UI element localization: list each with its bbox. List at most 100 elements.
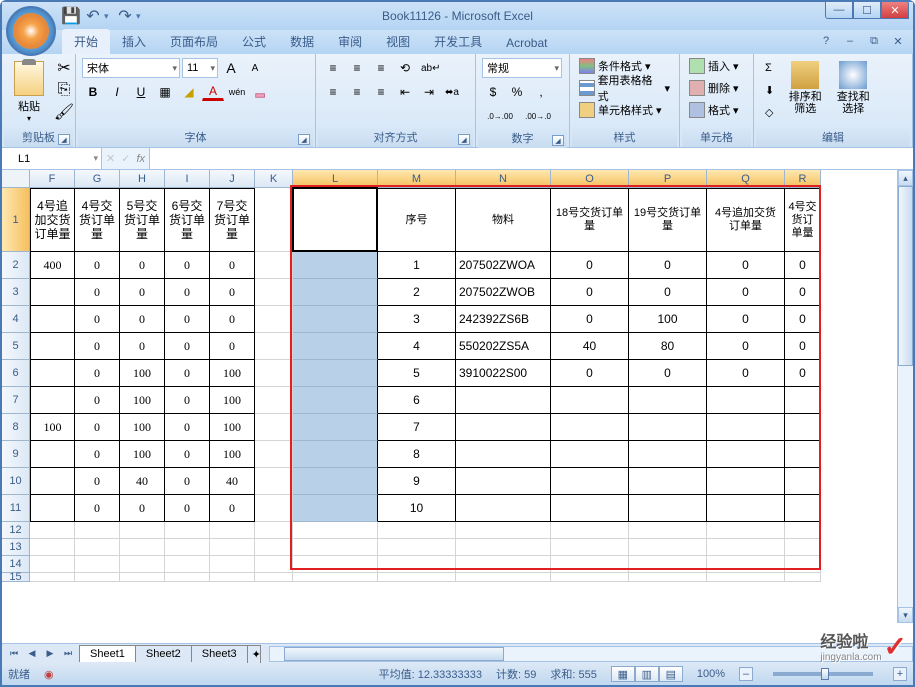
cell[interactable]: 0 — [210, 279, 255, 306]
font-size-combo[interactable]: 11 — [182, 58, 218, 78]
cell[interactable] — [30, 556, 75, 573]
cell[interactable] — [456, 522, 551, 539]
cell[interactable] — [707, 441, 785, 468]
row-header-2[interactable]: 2 — [2, 252, 30, 279]
cell[interactable]: 0 — [785, 360, 821, 387]
decrease-decimal-button[interactable]: .00→.0 — [520, 106, 556, 126]
cell[interactable]: 0 — [165, 333, 210, 360]
fx-button[interactable]: fx — [136, 153, 145, 165]
cell[interactable]: 2 — [378, 279, 456, 306]
clipboard-dialog-launcher[interactable]: ◢ — [58, 134, 70, 145]
align-left-button[interactable]: ≡ — [322, 82, 344, 102]
cell[interactable] — [707, 414, 785, 441]
insert-cells-button[interactable]: 插入▾ — [684, 56, 749, 76]
formula-cancel[interactable]: ✕ — [106, 152, 115, 165]
tab-next[interactable]: ▶ — [42, 646, 58, 662]
scroll-down-button[interactable]: ▾ — [898, 607, 913, 623]
cell[interactable] — [551, 556, 629, 573]
cell[interactable]: 0 — [75, 360, 120, 387]
decrease-indent-button[interactable]: ⇤ — [394, 82, 416, 102]
cell[interactable]: 0 — [551, 252, 629, 279]
cell[interactable] — [551, 522, 629, 539]
cell[interactable]: 100 — [120, 360, 165, 387]
vertical-scrollbar[interactable]: ▴ ▾ — [897, 170, 913, 623]
alignment-dialog-launcher[interactable]: ◢ — [458, 134, 470, 145]
cell[interactable]: 物料 — [456, 188, 551, 252]
cell[interactable] — [30, 279, 75, 306]
increase-indent-button[interactable]: ⇥ — [418, 82, 440, 102]
row-header-6[interactable]: 6 — [2, 360, 30, 387]
cell[interactable] — [785, 573, 821, 582]
view-normal-button[interactable]: ▦ — [611, 666, 635, 682]
cell[interactable] — [551, 468, 629, 495]
cell[interactable]: 0 — [75, 279, 120, 306]
cell[interactable] — [456, 573, 551, 582]
cell[interactable] — [629, 414, 707, 441]
font-dialog-launcher[interactable]: ◢ — [298, 134, 310, 145]
undo-icon[interactable]: ↶ — [84, 7, 102, 25]
undo-dropdown[interactable]: ▾ — [104, 11, 112, 22]
cell[interactable] — [255, 306, 293, 333]
paste-button[interactable]: 粘贴 ▾ — [8, 58, 50, 124]
wrap-text-button[interactable]: ab↵ — [418, 58, 444, 78]
cell[interactable]: 100 — [629, 306, 707, 333]
cell[interactable] — [75, 573, 120, 582]
row-header-7[interactable]: 7 — [2, 387, 30, 414]
cell[interactable] — [255, 333, 293, 360]
cell[interactable]: 0 — [551, 360, 629, 387]
tab-formulas[interactable]: 公式 — [230, 29, 278, 54]
cell[interactable] — [30, 441, 75, 468]
cell[interactable]: 100 — [120, 387, 165, 414]
cell[interactable] — [293, 279, 378, 306]
cell[interactable]: 0 — [165, 279, 210, 306]
cell[interactable] — [165, 522, 210, 539]
cell[interactable]: 0 — [120, 333, 165, 360]
cell[interactable] — [293, 495, 378, 522]
cell[interactable]: 100 — [120, 414, 165, 441]
cell[interactable] — [210, 539, 255, 556]
cell[interactable]: 0 — [785, 252, 821, 279]
cell[interactable]: 18号交货订单量 — [551, 188, 629, 252]
cell[interactable]: 0 — [210, 306, 255, 333]
cell[interactable]: 0 — [551, 306, 629, 333]
workbook-restore[interactable]: ⧉ — [867, 34, 881, 48]
formula-input[interactable] — [150, 148, 913, 169]
cell[interactable] — [210, 522, 255, 539]
cell[interactable] — [255, 252, 293, 279]
hscroll-thumb[interactable] — [284, 647, 504, 661]
cell[interactable]: 0 — [707, 279, 785, 306]
insert-sheet-tab[interactable]: ✦ — [247, 645, 261, 663]
cell[interactable] — [785, 522, 821, 539]
cell[interactable]: 100 — [210, 414, 255, 441]
orientation-button[interactable]: ⟲ — [394, 58, 416, 78]
cell[interactable] — [210, 573, 255, 582]
cell[interactable] — [293, 573, 378, 582]
tab-layout[interactable]: 页面布局 — [158, 29, 230, 54]
cell[interactable]: 0 — [75, 306, 120, 333]
cell[interactable]: 40 — [551, 333, 629, 360]
zoom-slider[interactable] — [773, 672, 873, 676]
number-dialog-launcher[interactable]: ◢ — [552, 135, 564, 146]
italic-button[interactable]: I — [106, 82, 128, 102]
cell[interactable] — [456, 539, 551, 556]
font-name-combo[interactable]: 宋体 — [82, 58, 180, 78]
cell[interactable] — [378, 539, 456, 556]
cell[interactable] — [293, 333, 378, 360]
format-table-button[interactable]: 套用表格格式▾ — [574, 78, 675, 98]
zoom-in-button[interactable]: + — [893, 667, 907, 681]
cell[interactable] — [456, 556, 551, 573]
save-icon[interactable]: 💾 — [62, 7, 80, 25]
cell[interactable] — [456, 468, 551, 495]
align-right-button[interactable]: ≡ — [370, 82, 392, 102]
zoom-level[interactable]: 100% — [697, 668, 725, 680]
cell[interactable] — [707, 573, 785, 582]
cell[interactable] — [30, 387, 75, 414]
copy-button[interactable]: ⎘ — [54, 80, 74, 100]
cell[interactable] — [255, 188, 293, 252]
cell[interactable] — [629, 556, 707, 573]
underline-button[interactable]: U — [130, 82, 152, 102]
cell[interactable] — [255, 279, 293, 306]
minimize-button[interactable]: — — [825, 1, 853, 19]
cell[interactable] — [293, 360, 378, 387]
cell[interactable] — [629, 441, 707, 468]
